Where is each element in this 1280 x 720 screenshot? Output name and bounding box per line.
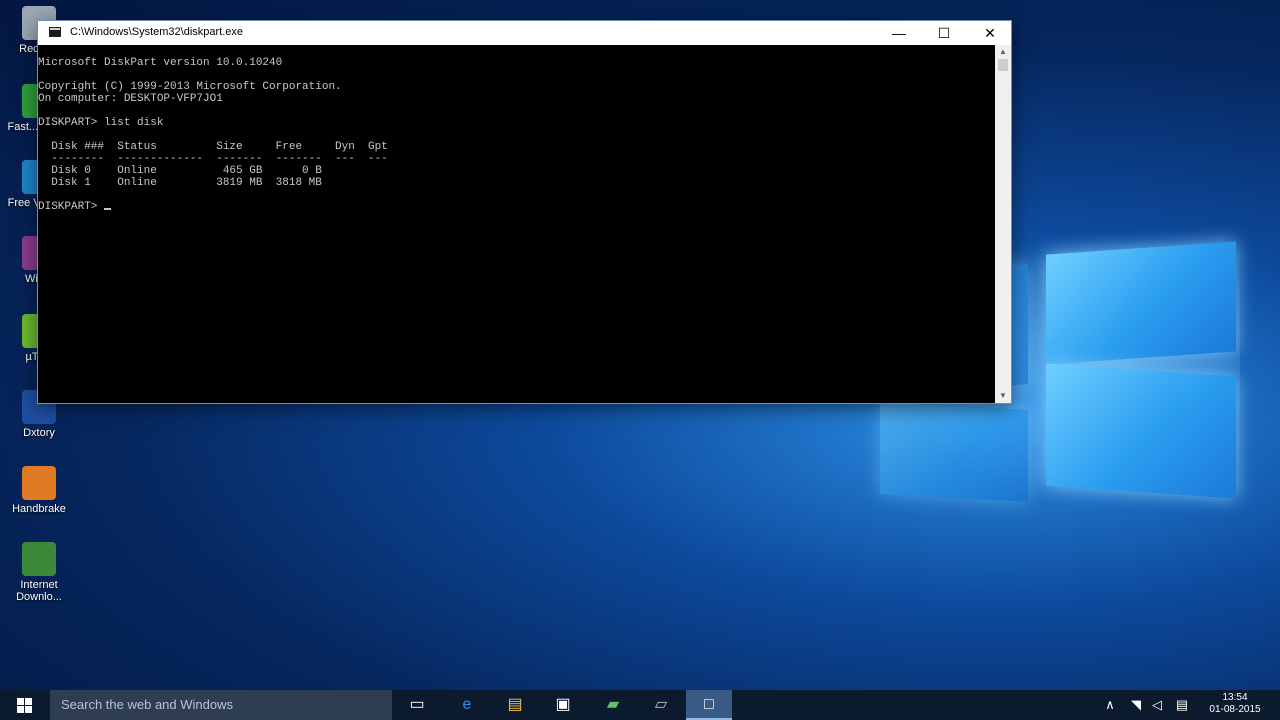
text-cursor (104, 208, 112, 210)
vertical-scrollbar[interactable]: ▲ ▼ (995, 45, 1011, 403)
taskbar: Search the web and Windows ▭ e ▤ ▣ ▰ ▱ □ ∧ ◥ ◁… (0, 690, 1280, 720)
app-green-taskbar-icon[interactable]: ▰ (590, 690, 636, 720)
diskpart-window[interactable]: C:\Windows\System32\diskpart.exe — ☐ ✕ M… (37, 20, 1012, 404)
desktop-icon-label: Handbrake (12, 503, 66, 515)
network-icon[interactable]: ◥ (1126, 690, 1146, 720)
desktop-icon[interactable]: Internet Downlo... (6, 542, 72, 603)
app-gray-taskbar-icon[interactable]: ▱ (638, 690, 684, 720)
diskpart-console-taskbar-icon[interactable]: □ (686, 690, 732, 720)
desktop-icon-label: Internet Downlo... (16, 579, 62, 603)
edge-taskbar-icon[interactable]: e (444, 690, 490, 720)
console-prompt: DISKPART> (38, 201, 105, 213)
windows-start-icon (17, 698, 32, 713)
minimize-button[interactable]: — (876, 21, 922, 45)
desktop-icon[interactable]: Handbrake (6, 466, 72, 515)
task-view-taskbar-icon[interactable]: ▭ (394, 690, 440, 720)
desktop-icon-label: Dxtory (23, 427, 55, 439)
show-hidden-icons-chevron-icon[interactable]: ∧ (1102, 690, 1118, 720)
search-box[interactable]: Search the web and Windows (50, 690, 392, 720)
console-output[interactable]: Microsoft DiskPart version 10.0.10240 Co… (38, 45, 995, 403)
scroll-down-icon[interactable]: ▼ (995, 389, 1011, 403)
scrollbar-thumb[interactable] (998, 59, 1008, 71)
console-text: Microsoft DiskPart version 10.0.10240 Co… (38, 57, 388, 189)
clock-time: 13:54 (1222, 692, 1248, 703)
action-center-icon[interactable]: ▤ (1172, 690, 1192, 720)
file-explorer-taskbar-icon[interactable]: ▤ (492, 690, 538, 720)
scroll-up-icon[interactable]: ▲ (995, 45, 1011, 59)
volume-icon[interactable]: ◁ (1148, 690, 1166, 720)
clock-date: 01-08-2015 (1209, 704, 1261, 715)
title-bar[interactable]: C:\Windows\System32\diskpart.exe — ☐ ✕ (38, 21, 1011, 45)
clock[interactable]: 13:54 01-08-2015 (1198, 692, 1272, 716)
window-title: C:\Windows\System32\diskpart.exe (70, 26, 244, 38)
maximize-button[interactable]: ☐ (921, 21, 967, 45)
start-button[interactable] (0, 690, 50, 720)
console-app-icon (49, 27, 61, 37)
close-button[interactable]: ✕ (967, 21, 1013, 45)
handbrake-icon (22, 466, 56, 500)
internet-download-manager-icon (22, 542, 56, 576)
store-taskbar-icon[interactable]: ▣ (540, 690, 586, 720)
